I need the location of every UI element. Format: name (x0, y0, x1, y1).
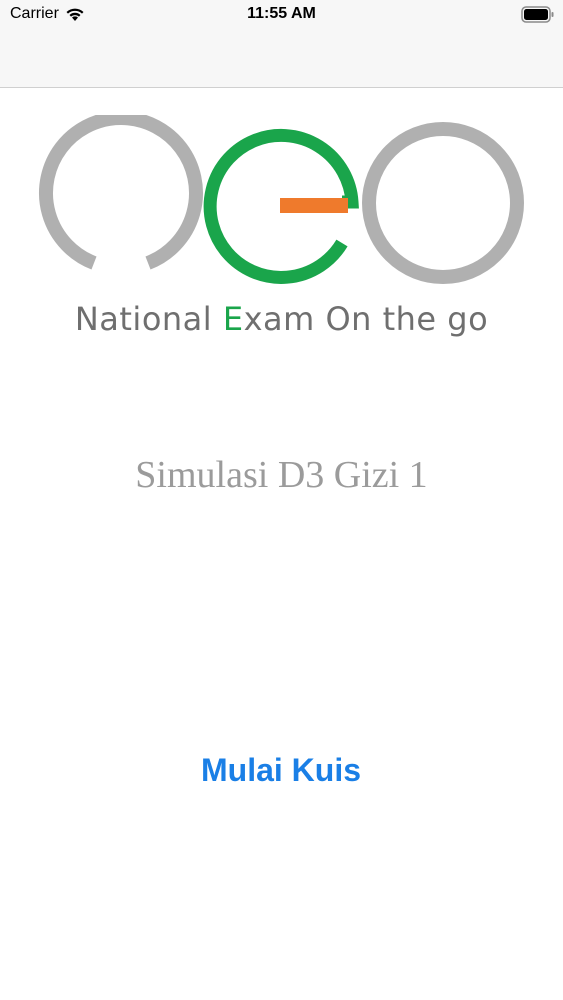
battery-icon (521, 6, 554, 23)
logo-letter-o (362, 122, 524, 284)
quiz-title: Simulasi D3 Gizi 1 (135, 454, 428, 496)
status-bar: Carrier 11:55 AM (0, 0, 563, 30)
logo-orange-bar (280, 198, 348, 213)
start-quiz-button[interactable]: Mulai Kuis (131, 740, 431, 800)
tagline-accent: E (222, 300, 244, 338)
navigation-bar (0, 30, 563, 88)
logo-letter-n (39, 115, 203, 270)
tagline-part-1: National (74, 300, 223, 338)
tagline-part-2: xam On the go (243, 300, 489, 338)
neo-logo (39, 115, 524, 284)
logo-tagline: National Exam On the go (0, 300, 563, 338)
status-time: 11:55 AM (247, 5, 316, 22)
